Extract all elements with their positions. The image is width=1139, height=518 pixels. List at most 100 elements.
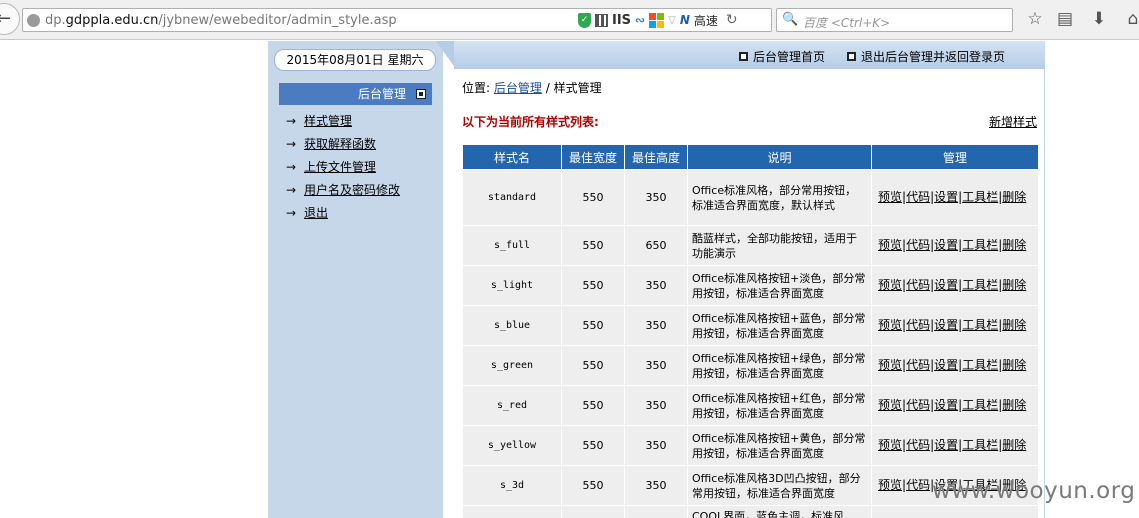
arrow-right-icon: → — [286, 206, 297, 220]
preview-link[interactable]: 预览 — [878, 398, 902, 412]
cell-width: 550 — [562, 226, 624, 265]
toolbar-link[interactable]: 工具栏 — [962, 278, 998, 292]
square-bullet-icon — [846, 52, 856, 61]
toolbar-link[interactable]: 工具栏 — [962, 318, 998, 332]
code-link[interactable]: 代码 — [906, 190, 930, 204]
sidebar-item-logout[interactable]: → 退出 — [286, 203, 400, 226]
sidebar-item-label[interactable]: 样式管理 — [304, 114, 352, 128]
nav-admin-home[interactable]: 后台管理首页 — [738, 48, 825, 65]
code-link[interactable]: 代码 — [906, 438, 930, 452]
square-bullet-icon — [738, 52, 748, 61]
delete-link[interactable]: 删除 — [1002, 358, 1026, 372]
preview-link[interactable]: 预览 — [878, 318, 902, 332]
breadcrumb-link-admin[interactable]: 后台管理 — [494, 81, 542, 95]
col-header-width: 最佳宽度 — [562, 145, 624, 169]
settings-link[interactable]: 设置 — [934, 358, 958, 372]
style-table: 样式名 最佳宽度 最佳高度 说明 管理 standard 550 350 Office… — [462, 144, 1039, 518]
speed-mode-label[interactable]: 高速 — [694, 12, 718, 29]
preview-link[interactable]: 预览 — [878, 358, 902, 372]
sidebar-item-upload-files[interactable]: → 上传文件管理 — [286, 157, 400, 180]
nav-admin-home-link[interactable]: 后台管理首页 — [753, 48, 825, 65]
sidebar-item-label[interactable]: 用户名及密码修改 — [304, 183, 400, 197]
code-link[interactable]: 代码 — [906, 358, 930, 372]
reading-list-icon[interactable]: ▤ — [1054, 9, 1076, 29]
list-title: 以下为当前所有样式列表: — [462, 115, 599, 129]
breadcrumb: 位置: 后台管理 / 样式管理 — [462, 79, 1039, 99]
sidebar-item-label[interactable]: 上传文件管理 — [304, 160, 376, 174]
cell-description: Office标准风格按钮+黄色，部分常用按钮，标准适合界面宽度 — [688, 426, 871, 465]
sidebar-item-label[interactable]: 获取解释函数 — [304, 137, 376, 151]
download-icon[interactable]: ⬇ — [1088, 9, 1110, 29]
add-style-link[interactable]: 新增样式 — [989, 113, 1037, 130]
preview-link[interactable]: 预览 — [878, 438, 902, 452]
globe-icon — [27, 14, 40, 27]
settings-link[interactable]: 设置 — [934, 318, 958, 332]
collapse-icon[interactable] — [416, 89, 426, 99]
code-link[interactable]: 代码 — [906, 398, 930, 412]
col-header-height: 最佳高度 — [625, 145, 687, 169]
cell-actions: 预览|代码|设置|工具栏|删除 — [872, 426, 1038, 465]
sidebar-item-password[interactable]: → 用户名及密码修改 — [286, 180, 400, 203]
cell-actions: 预览|代码|设置|工具栏|删除 — [872, 266, 1038, 305]
delete-link[interactable]: 删除 — [1002, 190, 1026, 204]
preview-link[interactable]: 预览 — [878, 190, 902, 204]
delete-link[interactable]: 删除 — [1002, 238, 1026, 252]
delete-link[interactable]: 删除 — [1002, 398, 1026, 412]
nav-logout-link[interactable]: 退出后台管理并返回登录页 — [861, 48, 1005, 65]
toolbar-link[interactable]: 工具栏 — [962, 238, 998, 252]
cell-height: 350 — [625, 306, 687, 345]
sidebar-menu: → 样式管理 → 获取解释函数 → 上传文件管理 → 用户名及密码修改 → 退出 — [286, 111, 400, 226]
preview-link[interactable]: 预览 — [878, 238, 902, 252]
code-link[interactable]: 代码 — [906, 278, 930, 292]
toolbar-link[interactable]: 工具栏 — [962, 398, 998, 412]
code-link[interactable]: 代码 — [906, 318, 930, 332]
sidebar-item-get-function[interactable]: → 获取解释函数 — [286, 134, 400, 157]
col-header-name: 样式名 — [463, 145, 561, 169]
delete-link[interactable]: 删除 — [1002, 438, 1026, 452]
delete-link[interactable]: 删除 — [1002, 318, 1026, 332]
url-text[interactable]: dp.gdppla.edu.cn/jybnew/ewebeditor/admin… — [45, 13, 397, 28]
preview-link[interactable]: 预览 — [878, 278, 902, 292]
settings-link[interactable]: 设置 — [934, 190, 958, 204]
sidebar-item-label[interactable]: 退出 — [304, 206, 328, 220]
sidebar-title[interactable]: 后台管理 — [279, 83, 432, 105]
shield-icon[interactable]: ✓ — [578, 12, 591, 28]
settings-link[interactable]: 设置 — [934, 238, 958, 252]
settings-link[interactable]: 设置 — [934, 278, 958, 292]
dropdown-triangle-icon[interactable]: ▽ — [668, 15, 676, 26]
delete-link[interactable]: 删除 — [1002, 278, 1026, 292]
toolbar-link[interactable]: 工具栏 — [962, 358, 998, 372]
qr-code-icon[interactable] — [595, 13, 608, 27]
reload-icon[interactable]: ↻ — [726, 12, 738, 28]
star-icon[interactable]: ☆ — [1024, 9, 1046, 29]
cell-description: Office标准风格按钮+淡色，部分常用按钮，标准适合界面宽度 — [688, 266, 871, 305]
code-link[interactable]: 代码 — [906, 478, 930, 492]
home-icon[interactable]: ⌂ — [1122, 9, 1139, 29]
back-button[interactable]: ← — [0, 3, 20, 35]
arrow-right-icon: → — [286, 183, 297, 197]
wave-icon: ∾ — [635, 13, 646, 27]
cell-height: 350 — [625, 170, 687, 225]
preview-link[interactable]: 预览 — [878, 478, 902, 492]
cell-height: 650 — [625, 226, 687, 265]
search-box[interactable]: 🔍 百度 <Ctrl+K> — [776, 8, 1013, 32]
search-icon: 🔍 — [782, 12, 799, 27]
toolbar-link[interactable]: 工具栏 — [962, 438, 998, 452]
toolbar-link[interactable]: 工具栏 — [962, 190, 998, 204]
nav-logout[interactable]: 退出后台管理并返回登录页 — [846, 48, 1005, 65]
list-header: 以下为当前所有样式列表: 新增样式 — [462, 113, 1039, 135]
table-row: s_red 550 350 Office标准风格按钮+红色，部分常用按钮，标准适合界面… — [463, 386, 1038, 425]
sidebar-item-style-manage[interactable]: → 样式管理 — [286, 111, 400, 134]
cell-style-name: s_red — [463, 386, 561, 425]
cell-description: Office标准风格按钮+红色，部分常用按钮，标准适合界面宽度 — [688, 386, 871, 425]
code-link[interactable]: 代码 — [906, 238, 930, 252]
settings-link[interactable]: 设置 — [934, 438, 958, 452]
settings-link[interactable]: 设置 — [934, 398, 958, 412]
table-row: COOL界面，蓝色主调，标准风 — [463, 506, 1038, 518]
cell-actions: 预览|代码|设置|工具栏|删除 — [872, 386, 1038, 425]
table-row: s_light 550 350 Office标准风格按钮+淡色，部分常用按钮，标准适合… — [463, 266, 1038, 305]
cell-style-name: s_green — [463, 346, 561, 385]
search-input[interactable]: 百度 <Ctrl+K> — [803, 14, 890, 31]
top-nav-bar: 后台管理首页 退出后台管理并返回登录页 — [454, 41, 1045, 69]
cell-actions: 预览|代码|设置|工具栏|删除 — [872, 346, 1038, 385]
